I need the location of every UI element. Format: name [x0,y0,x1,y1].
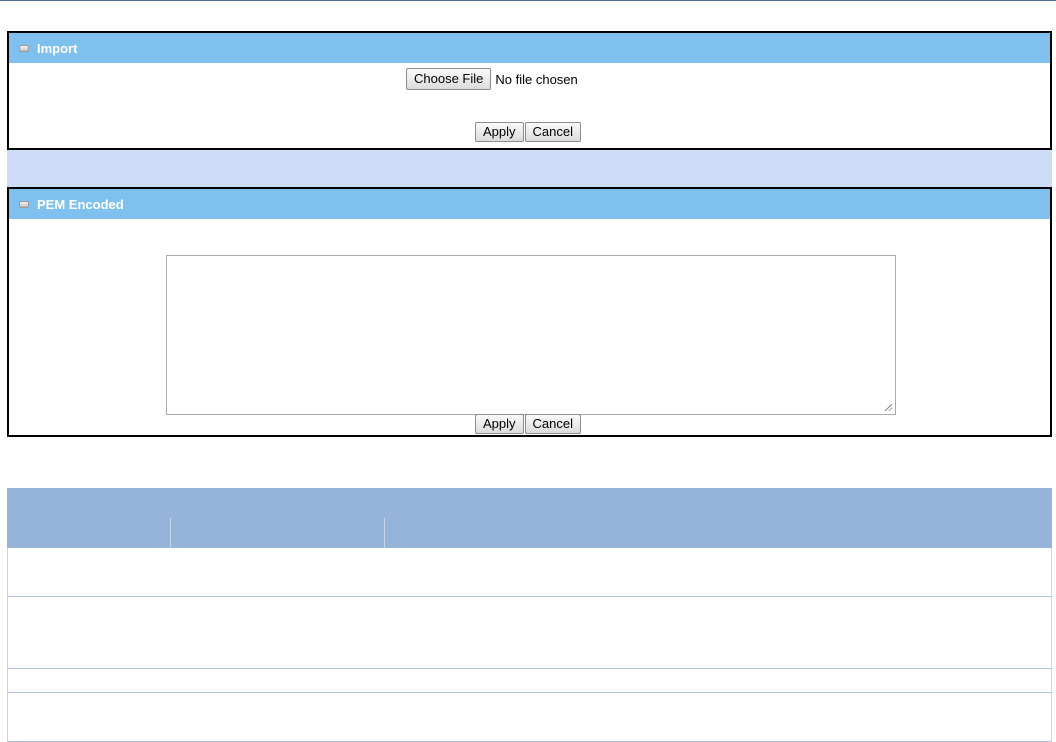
choose-file-button[interactable]: Choose File [406,68,492,90]
pem-panel: PEM Encoded Apply Cancel [7,187,1052,437]
window-icon [19,200,29,208]
table-header-row [7,488,1052,518]
import-panel: Import Choose File No file chosen Apply … [7,31,1052,150]
window-icon [19,44,29,52]
import-button-row: Apply Cancel [475,122,581,142]
import-panel-title: Import [37,40,78,56]
table-row [7,693,1052,742]
pem-textarea[interactable] [166,255,896,415]
import-cancel-button[interactable]: Cancel [524,122,581,142]
table-row [7,548,1052,597]
pem-panel-header: PEM Encoded [9,189,1050,219]
table-row [7,669,1052,693]
separator-band [7,150,1052,187]
table-header-cell [7,518,171,548]
pem-apply-button[interactable]: Apply [475,414,524,434]
page: Import Choose File No file chosen Apply … [0,0,1056,742]
import-apply-button[interactable]: Apply [475,122,524,142]
table-subheader-row [7,518,1052,548]
info-table [7,488,1052,742]
pem-panel-title: PEM Encoded [37,196,124,212]
table-row [7,597,1052,669]
import-panel-header: Import [9,33,1050,63]
pem-cancel-button[interactable]: Cancel [524,414,581,434]
resize-grip-icon[interactable] [885,404,892,411]
file-status-text: No file chosen [495,71,578,87]
table-header-cell [385,518,1052,548]
table-header-cell [171,518,385,548]
top-rule [0,0,1056,1]
pem-button-row: Apply Cancel [475,414,581,434]
file-picker: Choose File No file chosen [406,68,578,90]
